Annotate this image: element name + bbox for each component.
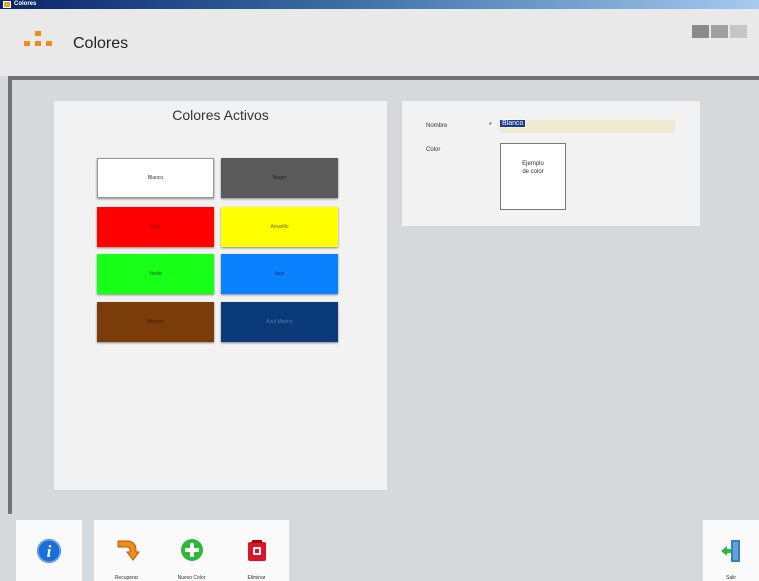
window-icon xyxy=(3,1,11,8)
window-titlebar: Colores xyxy=(0,0,759,9)
swatch-label: Amarillo xyxy=(270,224,289,230)
active-colors-panel: Colores Activos Blanco Negro Rojo Amaril… xyxy=(54,101,387,490)
swatch-label: Azul xyxy=(274,271,285,277)
required-mark: * xyxy=(489,122,492,129)
info-button[interactable]: i xyxy=(16,520,82,581)
panel-title: Colores Activos xyxy=(172,107,269,123)
color-preview[interactable]: Ejemplo de color xyxy=(500,143,566,210)
color-swatch-rojo[interactable]: Rojo xyxy=(97,207,214,247)
bottom-toolbar: i Recuperar Nuevo Color Eliminar Salir xyxy=(0,514,759,581)
color-label: Color xyxy=(426,147,441,153)
color-swatch-amarillo[interactable]: Amarillo xyxy=(221,207,338,247)
trash-icon xyxy=(246,538,268,567)
action-group: Recuperar Nuevo Color Eliminar xyxy=(94,520,289,581)
svg-text:i: i xyxy=(47,542,52,561)
maximize-button[interactable] xyxy=(711,25,728,38)
minimize-button[interactable] xyxy=(692,25,709,38)
color-swatch-azul-marino[interactable]: Azul Marino xyxy=(221,302,338,342)
page-title: Colores xyxy=(73,35,129,52)
exit-button[interactable]: Salir xyxy=(703,520,759,581)
new-color-button[interactable]: Nuevo Color xyxy=(159,520,224,581)
add-circle-icon xyxy=(180,538,204,567)
color-swatch-azul[interactable]: Azul xyxy=(221,254,338,294)
window-title: Colores xyxy=(14,1,37,7)
preview-text-line1: Ejemplo xyxy=(522,161,544,167)
page-header: Colores xyxy=(0,9,759,76)
color-swatch-negro[interactable]: Negro xyxy=(221,158,338,198)
org-chart-icon xyxy=(24,31,52,55)
swatch-label: Rojo xyxy=(150,224,161,230)
restore-button[interactable]: Recuperar xyxy=(94,520,159,581)
name-field-value: Blanco xyxy=(498,119,527,128)
window-controls xyxy=(692,25,747,38)
swatch-label: Verde xyxy=(148,271,163,277)
color-swatch-blanco[interactable]: Blanco xyxy=(97,158,214,198)
color-swatch-marron[interactable]: Marron xyxy=(97,302,214,342)
swatch-label: Blanco xyxy=(147,175,164,181)
close-button[interactable] xyxy=(730,25,747,38)
restore-arrow-icon xyxy=(114,538,140,567)
color-swatch-verde[interactable]: Verde xyxy=(97,254,214,294)
delete-button[interactable]: Eliminar xyxy=(224,520,289,581)
delete-button-label: Eliminar xyxy=(247,575,266,581)
name-field[interactable]: Blanco xyxy=(498,119,675,133)
swatch-label: Marron xyxy=(147,319,164,325)
swatch-label: Azul Marino xyxy=(266,319,293,325)
restore-button-label: Recuperar xyxy=(114,575,139,581)
preview-text-line2: de color xyxy=(522,169,544,175)
info-icon: i xyxy=(36,538,62,569)
swatch-label: Negro xyxy=(272,175,287,181)
new-color-button-label: Nuevo Color xyxy=(177,575,206,581)
exit-door-icon xyxy=(719,538,743,569)
name-label: Nombre xyxy=(426,123,448,129)
color-detail-panel: Nombre * Blanco Color Ejemplo de color xyxy=(402,101,700,226)
exit-button-label: Salir xyxy=(725,575,736,581)
